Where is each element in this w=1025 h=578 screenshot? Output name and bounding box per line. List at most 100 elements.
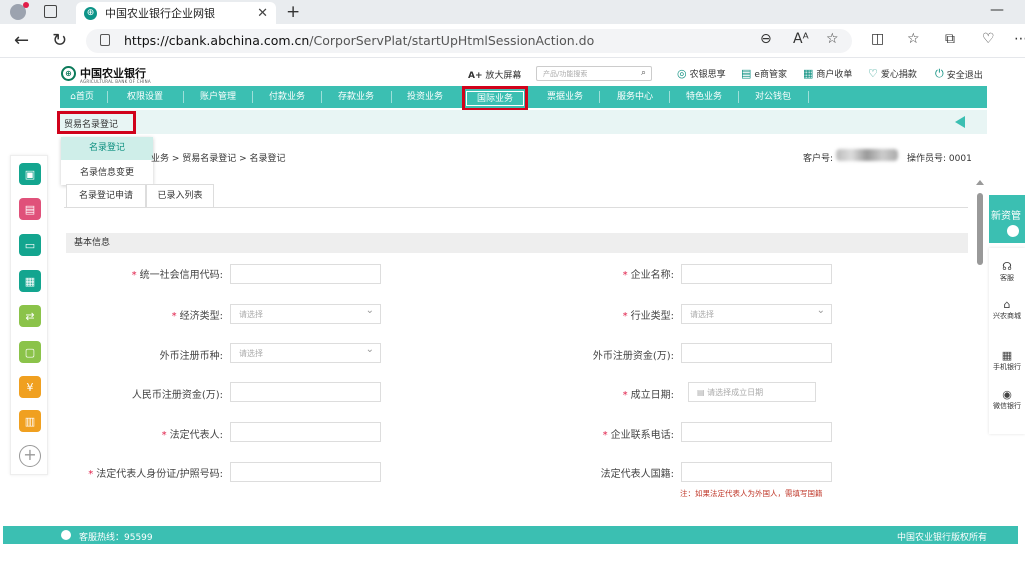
- finance-icon[interactable]: ¥: [19, 376, 41, 398]
- field-label: 法定代表人国籍:: [601, 465, 674, 480]
- header-link-donate[interactable]: ♡ 爱心捐款: [868, 67, 917, 80]
- extensions-icon[interactable]: ♡: [982, 31, 995, 47]
- headset-icon: ☊: [1002, 260, 1012, 273]
- dropdown-item-info-change[interactable]: 名录信息变更: [61, 161, 153, 185]
- nav-bills[interactable]: 票据业务: [530, 86, 600, 108]
- card-icon[interactable]: ▭: [19, 234, 41, 256]
- field-label: 外币注册资金(万):: [593, 347, 674, 362]
- customer-number-label: 客户号:: [803, 154, 834, 164]
- favorite-star-icon[interactable]: ☆: [826, 31, 839, 47]
- header-link-merchant[interactable]: ▦ 商户收单: [803, 67, 852, 80]
- economic-type-select[interactable]: 请选择: [230, 304, 381, 324]
- mall-link[interactable]: ⌂ 兴农商城: [989, 298, 1025, 321]
- header-link-label: 农银思享: [689, 70, 726, 80]
- search-icon[interactable]: ⌕: [641, 68, 646, 78]
- operator-value: 0001: [948, 154, 972, 164]
- url-text[interactable]: https://cbank.abchina.com.cn/CorporServP…: [124, 33, 594, 48]
- nationality-input[interactable]: [681, 462, 832, 482]
- legal-rep-input[interactable]: [230, 422, 381, 442]
- copyright-text: 中国农业银行版权所有: [897, 533, 988, 543]
- nav-deposits[interactable]: 存款业务: [321, 86, 391, 108]
- asset-management-widget[interactable]: 新资管: [989, 195, 1025, 243]
- zoom-out-icon[interactable]: ⊖: [760, 31, 772, 47]
- close-tab-icon[interactable]: ✕: [257, 6, 268, 21]
- field-label-text: 法定代表人国籍:: [600, 469, 674, 480]
- tab-actions-icon[interactable]: [44, 5, 57, 18]
- zoom-screen-link[interactable]: A+ 放大屏幕: [468, 68, 521, 81]
- nav-label: 首页: [75, 92, 94, 102]
- transfer-icon[interactable]: ⇄: [19, 305, 41, 327]
- field-label-text: 行业类型:: [630, 311, 674, 322]
- nav-investment[interactable]: 投资业务: [391, 86, 459, 108]
- establish-date-picker[interactable]: ▤ 请选择成立日期: [688, 382, 816, 402]
- wechat-bank-link[interactable]: ◉ 微信银行: [989, 388, 1025, 411]
- customer-service-link[interactable]: ☊ 客服: [989, 260, 1025, 283]
- url-host: https://cbank.abchina.com.cn: [124, 33, 310, 48]
- dock-label: 客服: [1000, 274, 1014, 282]
- nav-label: 国际业务: [466, 91, 524, 106]
- nav-corporate-wallet[interactable]: 对公钱包: [738, 86, 808, 108]
- header-link-sixiang[interactable]: ◎ 农银思享: [677, 67, 726, 80]
- field-label-text: 经济类型:: [179, 311, 223, 322]
- profile-avatar-icon[interactable]: [10, 2, 29, 20]
- folder-icon[interactable]: ▢: [19, 341, 41, 363]
- subnav-trade-registry[interactable]: 贸易名录登记: [57, 111, 136, 134]
- redacted-customer-number: [836, 149, 898, 161]
- required-marker: *: [622, 390, 628, 401]
- foreign-capital-input[interactable]: [681, 343, 832, 363]
- more-icon[interactable]: ⋯: [1014, 31, 1025, 47]
- tab-divider: [64, 207, 968, 208]
- insight-icon: ◎: [677, 67, 687, 80]
- add-shortcut-icon[interactable]: +: [19, 445, 41, 467]
- url-path: /CorporServPlat/startUpHtmlSessionAction…: [309, 33, 595, 48]
- nav-permissions[interactable]: 权限设置: [110, 86, 180, 108]
- tab-registration-apply[interactable]: 名录登记申请: [66, 184, 146, 208]
- back-arrow-icon[interactable]: ←: [14, 30, 29, 51]
- minimize-button[interactable]: —: [990, 2, 1004, 18]
- clipboard-icon[interactable]: ▥: [19, 410, 41, 432]
- nav-home[interactable]: ⌂首页: [64, 86, 100, 108]
- header-link-emanager[interactable]: ▤ e商管家: [741, 67, 787, 80]
- header-link-label: e商管家: [754, 70, 787, 80]
- legal-rep-id-input[interactable]: [230, 462, 381, 482]
- field-label-text: 成立日期:: [630, 390, 674, 401]
- logout-link[interactable]: ⏻ 安全退出: [935, 67, 983, 81]
- nav-service-center[interactable]: 服务中心: [600, 86, 670, 108]
- sub-nav-bar: [60, 110, 987, 134]
- zoom-label: 放大屏幕: [485, 71, 522, 81]
- calendar-icon: ▤: [697, 388, 705, 397]
- company-name-input[interactable]: [681, 264, 832, 284]
- scroll-up-icon[interactable]: [976, 180, 984, 185]
- product-search-input[interactable]: 产品/功能搜索 ⌕: [536, 66, 652, 81]
- query-icon[interactable]: ▣: [19, 163, 41, 185]
- foreign-currency-select[interactable]: 请选择: [230, 343, 381, 363]
- nav-international[interactable]: 国际业务: [462, 86, 528, 111]
- company-phone-input[interactable]: [681, 422, 832, 442]
- scrollbar-thumb[interactable]: [977, 193, 983, 265]
- print-icon[interactable]: ▤: [19, 198, 41, 220]
- field-label: * 经济类型:: [172, 307, 223, 322]
- favorites-icon[interactable]: ☆: [907, 31, 920, 47]
- mobile-bank-link[interactable]: ▦ 手机银行: [989, 349, 1025, 372]
- phone-icon: [61, 530, 71, 540]
- field-label-text: 法定代表人身份证/护照号码:: [96, 469, 223, 480]
- lock-icon[interactable]: [100, 34, 110, 46]
- dropdown-item-registration[interactable]: 名录登记: [61, 137, 153, 160]
- rmb-capital-input[interactable]: [230, 382, 381, 402]
- field-label: 外币注册币种:: [160, 347, 223, 362]
- collapse-arrow-icon[interactable]: [955, 116, 965, 128]
- credit-code-input[interactable]: [230, 264, 381, 284]
- nav-accounts[interactable]: 账户管理: [183, 86, 253, 108]
- field-label: * 统一社会信用代码:: [132, 266, 223, 281]
- read-aloud-icon[interactable]: Aᴬ: [793, 31, 809, 47]
- industry-type-select[interactable]: 请选择: [681, 304, 832, 324]
- nav-payments[interactable]: 付款业务: [252, 86, 322, 108]
- new-tab-button[interactable]: +: [286, 2, 300, 22]
- statement-icon[interactable]: ▦: [19, 270, 41, 292]
- split-screen-icon[interactable]: ◫: [871, 31, 884, 47]
- browser-tab[interactable]: ⊕ 中国农业银行企业网银 ✕: [76, 2, 276, 24]
- reload-icon[interactable]: ↻: [52, 30, 67, 51]
- tab-entered-list[interactable]: 已录入列表: [146, 184, 214, 208]
- collections-icon[interactable]: ⧉: [945, 31, 955, 47]
- nav-featured[interactable]: 特色业务: [670, 86, 738, 108]
